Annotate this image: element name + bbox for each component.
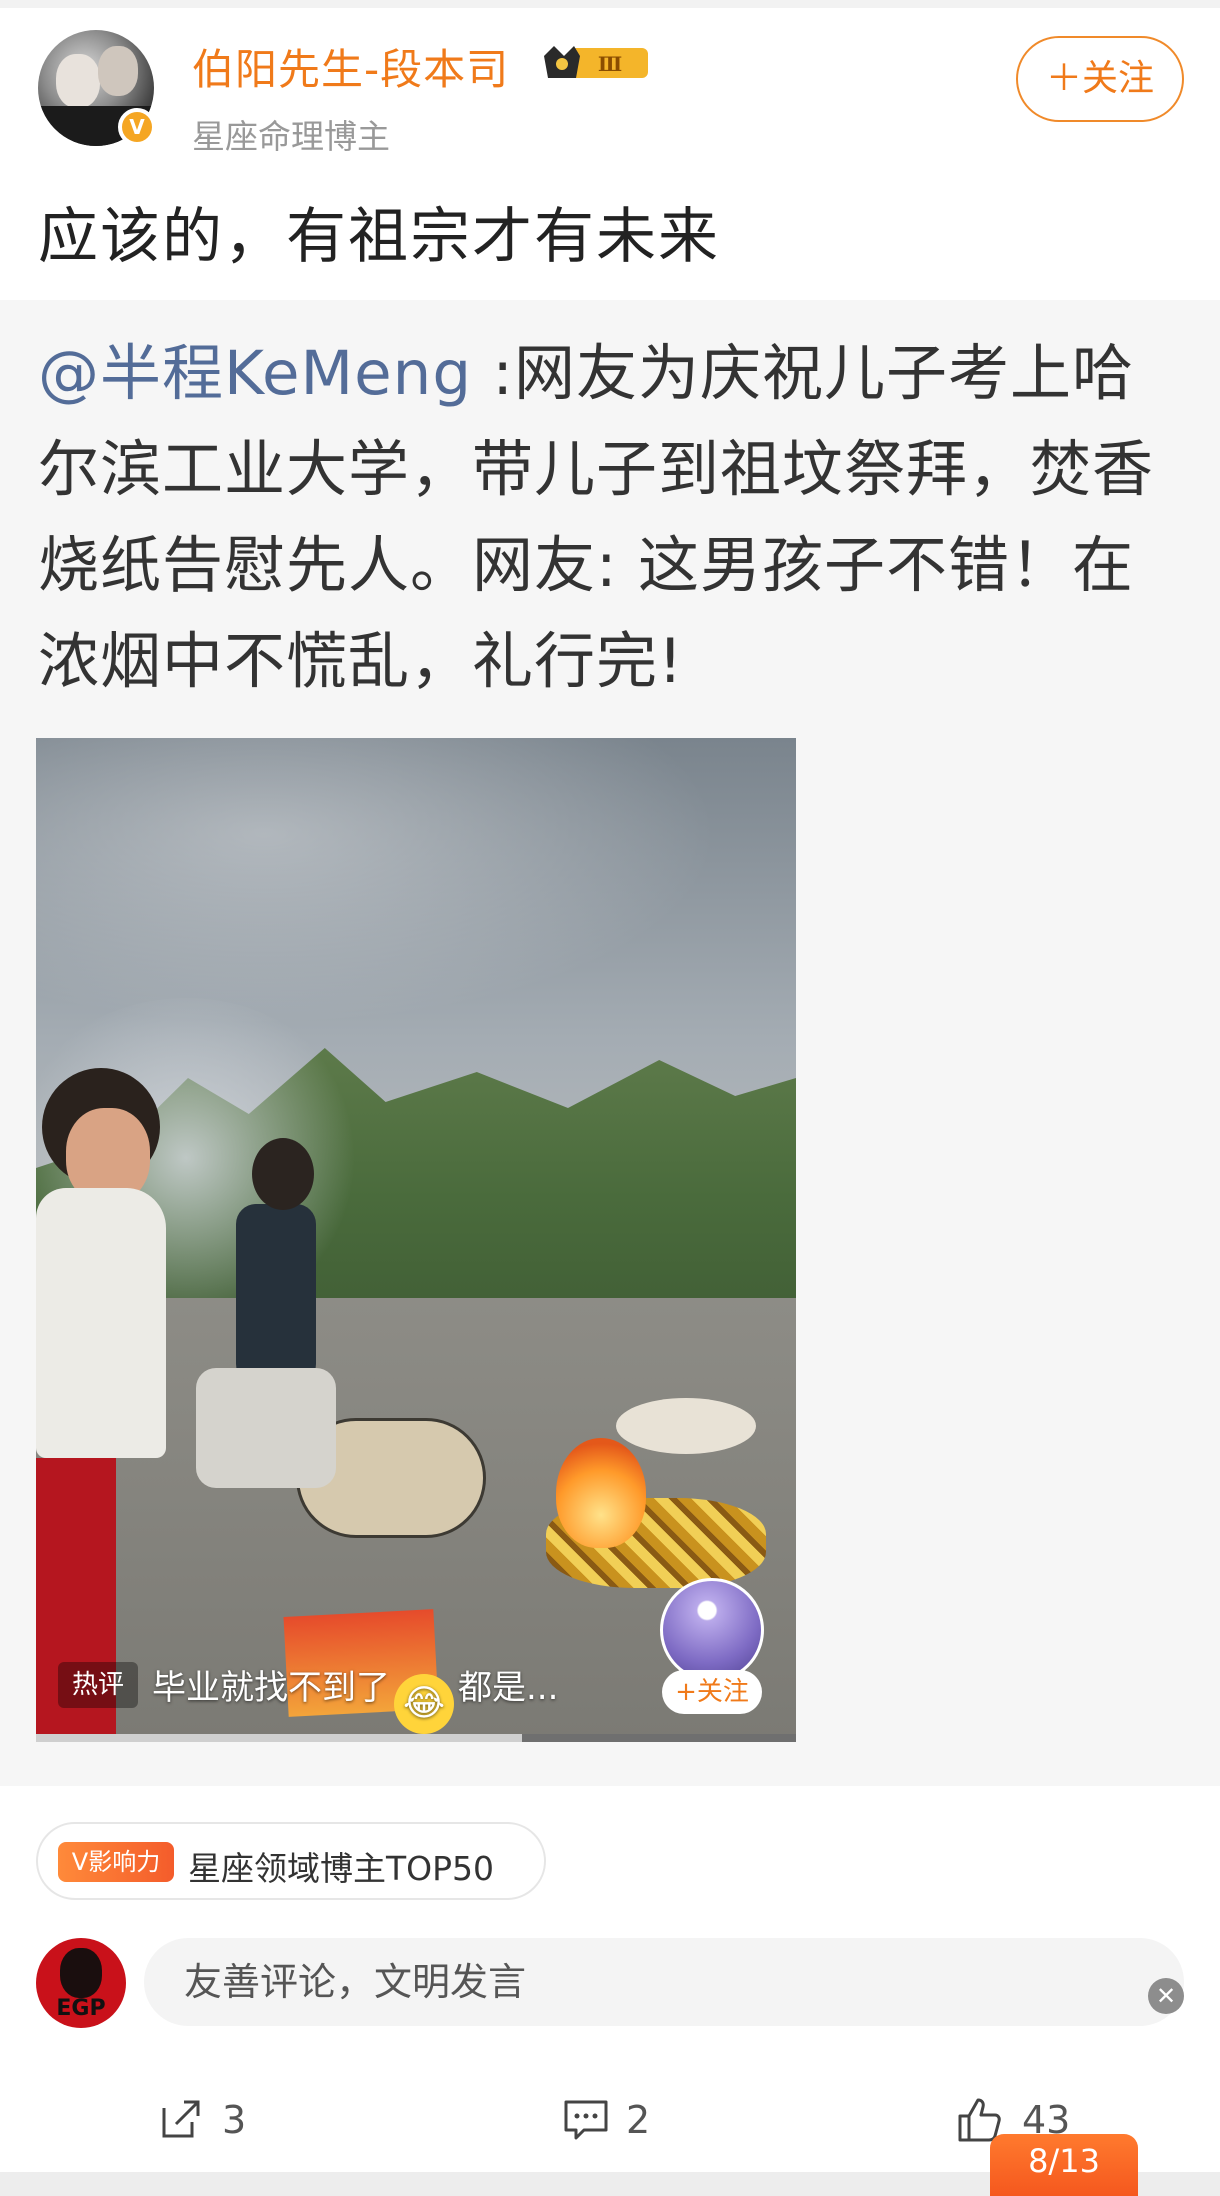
mention-link[interactable]: @半程KeMeng xyxy=(38,338,472,409)
boy-legs xyxy=(196,1368,336,1488)
author-subtitle: 星座命理博主 xyxy=(192,117,390,156)
video-progress-fill xyxy=(36,1734,523,1742)
avatar-portrait xyxy=(60,1948,102,1998)
page-counter: 8/13 xyxy=(990,2134,1138,2196)
hot-comment-after: 都是... xyxy=(458,1668,559,1708)
repost-text: @半程KeMeng :网友为庆祝儿子考上哈尔滨工业大学，带儿子到祖坟祭拜，焚香烧… xyxy=(38,326,1188,710)
boy-head xyxy=(252,1138,314,1210)
share-icon xyxy=(162,2100,200,2138)
repost-card[interactable]: @半程KeMeng :网友为庆祝儿子考上哈尔滨工业大学，带儿子到祖坟祭拜，焚香烧… xyxy=(0,300,1220,1786)
influence-text: 星座领域博主TOP50 xyxy=(188,1849,495,1888)
comment-icon xyxy=(564,2100,608,2140)
hot-comment-text[interactable]: 毕业就找不到了 😂 都是... xyxy=(152,1660,558,1734)
hot-comment-tag: 热评 xyxy=(58,1662,138,1708)
comment-count: 2 xyxy=(626,2098,651,2142)
clear-icon[interactable]: ✕ xyxy=(1148,1978,1184,2014)
video-progress-bar[interactable] xyxy=(36,1734,796,1742)
video-author-avatar[interactable] xyxy=(660,1578,764,1682)
video-offering-tray xyxy=(616,1398,756,1454)
comment-box[interactable] xyxy=(144,1938,1184,2026)
avatar-figure xyxy=(98,46,138,96)
video-fire xyxy=(556,1438,646,1548)
boy-body xyxy=(236,1204,316,1384)
repost-count: 3 xyxy=(222,2098,247,2142)
video-follow-button[interactable]: +关注 xyxy=(662,1670,762,1714)
influence-badge: V影响力 xyxy=(58,1842,174,1882)
top-divider xyxy=(0,0,1220,8)
video-boy xyxy=(186,1138,386,1518)
avatar-figure xyxy=(56,54,100,108)
influence-tag[interactable]: V影响力 星座领域博主TOP50 xyxy=(36,1822,546,1900)
author-name[interactable]: 伯阳先生-段本司 xyxy=(192,36,509,97)
current-user-avatar[interactable]: EGP xyxy=(36,1938,126,2028)
comment-input[interactable] xyxy=(184,1938,1084,2026)
hot-comment-before: 毕业就找不到了 xyxy=(152,1668,390,1708)
video-player[interactable]: 热评 毕业就找不到了 😂 都是... +关注 xyxy=(36,738,796,1742)
laugh-cry-emoji-icon: 😂 xyxy=(394,1674,454,1734)
level-badge-text: Ⅲ xyxy=(598,52,622,76)
video-woman xyxy=(36,1068,186,1742)
woman-shirt xyxy=(36,1188,166,1458)
follow-button[interactable]: ＋关注 xyxy=(1016,36,1184,122)
post-header: V 伯阳先生-段本司 Ⅲ 星座命理博主 ＋关注 xyxy=(0,8,1220,158)
avatar-logo-text: EGP xyxy=(56,1996,106,2021)
post-text: 应该的，有祖宗才有未来 xyxy=(38,202,720,272)
verified-icon: V xyxy=(118,108,156,146)
crown-level-icon[interactable]: Ⅲ xyxy=(540,42,652,84)
